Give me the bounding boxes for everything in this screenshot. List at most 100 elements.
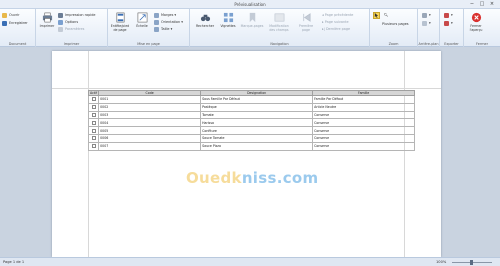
open-label: Ouvrir (9, 13, 20, 17)
scale-icon (137, 12, 147, 23)
pointer-button[interactable] (373, 12, 380, 19)
group-label-document: Document (8, 42, 27, 46)
thumbnails-label: Vignettes (220, 24, 236, 28)
parameters-icon (58, 26, 63, 32)
header-actif: Actif (87, 90, 100, 96)
group-print: Imprimer Impression rapide Options Param… (36, 9, 108, 47)
code-cell: 0002 (98, 102, 202, 112)
binoculars-icon (200, 14, 210, 22)
printer-icon (42, 12, 52, 23)
edit-fields-icon (274, 13, 284, 22)
save-icon (2, 20, 7, 26)
orientation-dropdown[interactable]: Orientation ▾ (154, 19, 183, 25)
title-bar: Prévisualisation − □ × (0, 0, 500, 9)
next-page-button[interactable]: ▸ Page suivante (322, 19, 349, 25)
last-page-label: Dernière page (325, 27, 351, 31)
thumbnails-button[interactable]: Vignettes (218, 12, 238, 28)
orientation-icon (154, 19, 159, 25)
previous-page-label: Page précédente (324, 13, 354, 17)
open-button[interactable]: Ouvrir (2, 12, 20, 18)
page-color-button[interactable]: ▾ (422, 12, 431, 18)
chevron-down-icon: ▾ (451, 13, 453, 17)
zoom-slider-thumb[interactable] (470, 260, 473, 265)
table-row: 0003 Tomate Conserve (87, 110, 416, 120)
scale-button[interactable]: Échelle (133, 12, 151, 28)
minimize-button[interactable]: − (467, 1, 477, 7)
window-title: Prévisualisation (234, 2, 266, 7)
table-row: 0002 Pastèque Article Neutre (87, 102, 416, 112)
active-cell (87, 141, 100, 151)
checkbox-icon (92, 144, 96, 149)
header-footer-icon (116, 12, 124, 23)
first-page-label: Première page (298, 24, 314, 32)
active-cell (87, 126, 100, 135)
designation-cell: Sauce Tomate (200, 133, 314, 143)
status-bar: Page 1 de 1 100% (0, 257, 500, 266)
code-cell: 0003 (98, 110, 202, 120)
group-label-export: Exporter (444, 42, 459, 46)
checkbox-icon (92, 112, 96, 117)
watermark-part2: niss.com (241, 169, 319, 187)
margins-label: Marges (161, 13, 174, 17)
checkbox-icon (92, 105, 96, 110)
options-button[interactable]: Options (58, 19, 78, 25)
group-background: ▾ ▾ Arrière-plan (418, 9, 440, 47)
group-label-print: Imprimer (63, 42, 80, 46)
famille-cell: Famille Par Défaut (312, 95, 416, 104)
export-button[interactable]: ▾ (444, 12, 453, 18)
editing-fields-button[interactable]: Modification des champs (266, 12, 292, 32)
table-row: 0001 Sous Famille Par Défaut Famille Par… (87, 95, 416, 104)
code-cell: 0006 (98, 133, 202, 143)
famille-cell: Conserve (312, 133, 416, 143)
margins-dropdown[interactable]: Marges ▾ (154, 12, 176, 18)
chevron-down-icon: ▾ (429, 13, 431, 17)
email-button[interactable]: ▾ (444, 20, 453, 26)
options-icon (58, 19, 63, 25)
multiple-pages-button[interactable]: Plusieurs pages (382, 21, 409, 27)
preview-area[interactable]: Actif Code Designation Famille 0001 Sous… (0, 47, 500, 257)
close-window-button[interactable]: × (487, 1, 497, 7)
designation-cell: Sous Famille Par Défaut (200, 95, 314, 104)
report-page: Actif Code Designation Famille 0001 Sous… (52, 51, 441, 257)
zoom-in-button[interactable]: 🔍︎ (384, 12, 388, 18)
checkbox-icon (92, 97, 96, 102)
watermark-button[interactable]: ▾ (422, 20, 431, 26)
header-footer-button[interactable]: Entête/pied de page (109, 12, 131, 32)
maximize-button[interactable]: □ (477, 1, 487, 7)
find-button[interactable]: Rechercher (194, 12, 216, 28)
size-icon (154, 26, 159, 32)
famille-cell: Article Neutre (312, 102, 416, 112)
watermark-part1: Ouedk (186, 169, 242, 187)
margin-guide-left (88, 51, 89, 257)
scale-label: Échelle (136, 24, 148, 28)
group-label-navigation: Navigation (270, 42, 289, 46)
size-dropdown[interactable]: Taille ▾ (154, 26, 172, 32)
active-cell (87, 110, 100, 120)
active-cell (87, 102, 100, 112)
group-zoom: 🔍︎ Plusieurs pages Zoom (370, 9, 418, 47)
last-page-button[interactable]: ▸| Dernière page (322, 26, 350, 32)
zoom-level: 100% (436, 260, 447, 264)
quick-print-button[interactable]: Impression rapide (58, 12, 95, 18)
designation-cell: Confiture (200, 126, 314, 135)
previous-page-button[interactable]: ◂ Page précédente (322, 12, 353, 18)
bookmarks-label: Marque-pages (240, 24, 264, 28)
pdf-icon (444, 12, 449, 18)
first-page-button[interactable]: Première page (296, 12, 316, 32)
close-preview-button[interactable]: Fermer l'aperçu (466, 12, 486, 32)
email-icon (444, 20, 449, 26)
famille-cell: Conserve (312, 141, 416, 151)
parameters-button[interactable]: Paramètres (58, 26, 84, 32)
print-label: Imprimer (39, 24, 55, 28)
group-close: Fermer l'aperçu Fermer (464, 9, 500, 47)
checkbox-icon (92, 136, 96, 141)
famille-cell: Conserve (312, 110, 416, 120)
checkbox-icon (92, 120, 96, 125)
group-export: ▾ ▾ Exporter (440, 9, 464, 47)
save-button[interactable]: Enregistrer (2, 20, 28, 26)
bookmarks-button[interactable]: Marque-pages (240, 12, 264, 28)
designation-cell: Sauce Pizza (200, 141, 314, 151)
zoom-slider[interactable] (452, 260, 492, 265)
code-cell: 0005 (98, 126, 202, 135)
print-button[interactable]: Imprimer (38, 12, 56, 28)
